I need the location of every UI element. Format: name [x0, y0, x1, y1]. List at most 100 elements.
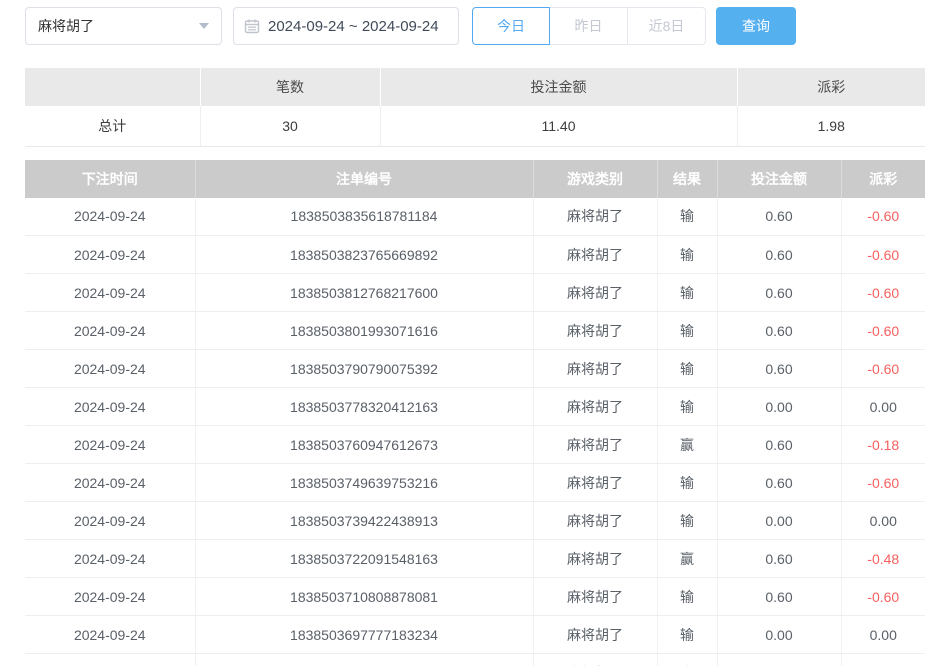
bet-id — [195, 654, 533, 666]
payout: -0.60 — [841, 312, 925, 350]
result: 输 — [657, 274, 717, 312]
header-payout: 派彩 — [841, 160, 925, 198]
game-type: 麻将胡了 — [533, 654, 657, 666]
bet-id: 1838503823765669892 — [195, 236, 533, 274]
bet-time: 2024-09-24 — [25, 540, 195, 578]
game-type: 麻将胡了 — [533, 350, 657, 388]
bet-time: 2024-09-24 — [25, 312, 195, 350]
result: 输 — [657, 616, 717, 654]
bet-records-table: 下注时间 注单编号 游戏类别 结果 投注金额 派彩 2024-09-241838… — [25, 160, 925, 666]
table-row: 2024-09-241838503778320412163麻将胡了输0.000.… — [25, 388, 925, 426]
header-bet-id: 注单编号 — [195, 160, 533, 198]
bet-amount: 0.00 — [717, 616, 841, 654]
header-bet-amount: 投注金额 — [717, 160, 841, 198]
game-type: 麻将胡了 — [533, 312, 657, 350]
bet-amount: 0.60 — [717, 312, 841, 350]
payout: -0.60 — [841, 236, 925, 274]
bet-amount: 0.60 — [717, 198, 841, 236]
payout: 0.00 — [841, 616, 925, 654]
summary-header-row: 笔数 投注金额 派彩 — [25, 68, 925, 106]
date-range-value: 2024-09-24 ~ 2024-09-24 — [268, 18, 439, 35]
table-row: 2024-09-241838503835618781184麻将胡了输0.60-0… — [25, 198, 925, 236]
game-type: 麻将胡了 — [533, 388, 657, 426]
bet-amount — [717, 654, 841, 666]
table-row: 2024-09-241838503739422438913麻将胡了输0.000.… — [25, 502, 925, 540]
summary-total-payout: 1.98 — [737, 106, 925, 146]
table-row: 2024-09-241838503710808878081麻将胡了输0.60-0… — [25, 578, 925, 616]
bet-time: 2024-09-24 — [25, 350, 195, 388]
result: 赢 — [657, 654, 717, 666]
table-header-row: 下注时间 注单编号 游戏类别 结果 投注金额 派彩 — [25, 160, 925, 198]
table-row: 2024-09-241838503823765669892麻将胡了输0.60-0… — [25, 236, 925, 274]
bet-amount: 0.00 — [717, 388, 841, 426]
game-type: 麻将胡了 — [533, 464, 657, 502]
result: 输 — [657, 502, 717, 540]
summary-total-label: 总计 — [25, 106, 200, 146]
yesterday-button[interactable]: 昨日 — [550, 7, 628, 45]
bet-id: 1838503812768217600 — [195, 274, 533, 312]
result: 赢 — [657, 540, 717, 578]
result: 赢 — [657, 426, 717, 464]
payout: -0.60 — [841, 578, 925, 616]
game-select-value: 麻将胡了 — [38, 16, 94, 36]
bet-time: 2024-09-24 — [25, 578, 195, 616]
bet-id: 1838503749639753216 — [195, 464, 533, 502]
bet-amount: 0.60 — [717, 540, 841, 578]
bet-id: 1838503710808878081 — [195, 578, 533, 616]
header-game-type: 游戏类别 — [533, 160, 657, 198]
game-type: 麻将胡了 — [533, 426, 657, 464]
bet-time: 2024-09-24 — [25, 198, 195, 236]
betting-records-page: 麻将胡了 2024-09-24 ~ 2024-09-24 今日 昨日 近8日 查… — [0, 0, 950, 666]
table-row: 2024-09-241838503697777183234麻将胡了输0.000.… — [25, 616, 925, 654]
summary-header-count: 笔数 — [200, 68, 380, 106]
header-result: 结果 — [657, 160, 717, 198]
table-row: 2024-09-241838503722091548163麻将胡了赢0.60-0… — [25, 540, 925, 578]
result: 输 — [657, 312, 717, 350]
game-type: 麻将胡了 — [533, 540, 657, 578]
payout: 0.00 — [841, 502, 925, 540]
result: 输 — [657, 388, 717, 426]
game-select[interactable]: 麻将胡了 — [25, 7, 222, 45]
game-type: 麻将胡了 — [533, 578, 657, 616]
quick-date-button-group: 今日 昨日 近8日 — [472, 7, 706, 45]
today-button[interactable]: 今日 — [472, 7, 550, 45]
table-row: 2024-09-241838503801993071616麻将胡了输0.60-0… — [25, 312, 925, 350]
bet-id: 1838503835618781184 — [195, 198, 533, 236]
payout: -0.48 — [841, 540, 925, 578]
bet-amount: 0.60 — [717, 464, 841, 502]
bet-time: 2024-09-24 — [25, 236, 195, 274]
payout: -0.60 — [841, 198, 925, 236]
bet-time: 2024-09-24 — [25, 502, 195, 540]
summary-total-row: 总计 30 11.40 1.98 — [25, 106, 925, 146]
bet-amount: 0.00 — [717, 502, 841, 540]
query-button[interactable]: 查询 — [716, 7, 796, 45]
bet-table-body: 2024-09-241838503835618781184麻将胡了输0.60-0… — [25, 198, 925, 666]
game-type: 麻将胡了 — [533, 198, 657, 236]
result: 输 — [657, 464, 717, 502]
summary-header-blank — [25, 68, 200, 106]
payout: -0.60 — [841, 464, 925, 502]
bet-amount: 0.60 — [717, 426, 841, 464]
table-row: 2024-09-241838503760947612673麻将胡了赢0.60-0… — [25, 426, 925, 464]
result: 输 — [657, 350, 717, 388]
table-row: 2024-09-241838503812768217600麻将胡了输0.60-0… — [25, 274, 925, 312]
bet-id: 1838503739422438913 — [195, 502, 533, 540]
summary-header-bet-amount: 投注金额 — [380, 68, 737, 106]
last-8-days-button[interactable]: 近8日 — [628, 7, 706, 45]
game-type: 麻将胡了 — [533, 502, 657, 540]
bet-id: 1838503778320412163 — [195, 388, 533, 426]
bet-time: 2024-09-24 — [25, 274, 195, 312]
header-bet-time: 下注时间 — [25, 160, 195, 198]
date-range-input[interactable]: 2024-09-24 ~ 2024-09-24 — [233, 7, 459, 45]
bet-amount: 0.60 — [717, 578, 841, 616]
payout — [841, 654, 925, 666]
bet-time: 2024-09-24 — [25, 388, 195, 426]
table-row: 2024-09-241838503749639753216麻将胡了输0.60-0… — [25, 464, 925, 502]
result: 输 — [657, 198, 717, 236]
payout: 0.00 — [841, 388, 925, 426]
payout: -0.18 — [841, 426, 925, 464]
bet-id: 1838503760947612673 — [195, 426, 533, 464]
filter-toolbar: 麻将胡了 2024-09-24 ~ 2024-09-24 今日 昨日 近8日 查… — [25, 7, 925, 45]
result: 输 — [657, 236, 717, 274]
bet-time: 2024-09-24 — [25, 616, 195, 654]
